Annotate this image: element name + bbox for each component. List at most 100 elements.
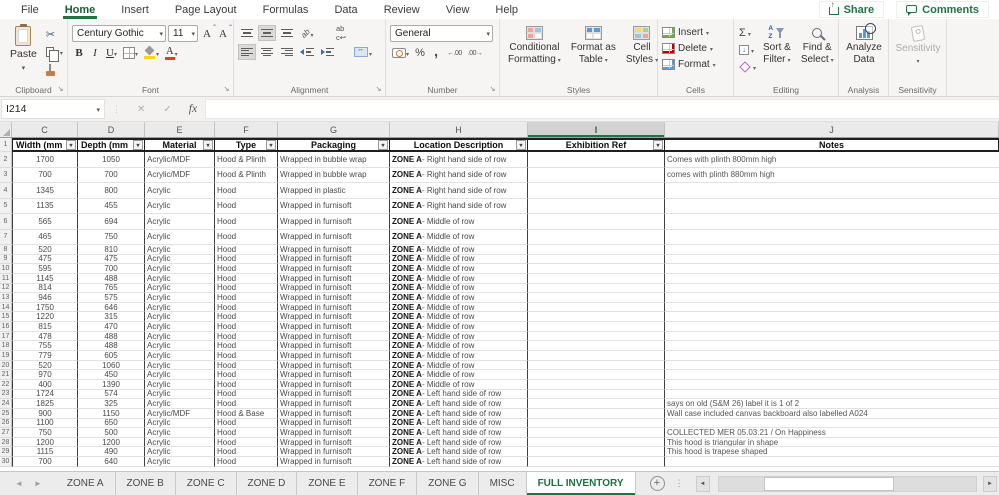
cell-C22[interactable]: 400: [12, 379, 78, 390]
table-header-cell-I[interactable]: Exhibition Ref: [528, 138, 665, 152]
cell-J13[interactable]: [665, 293, 999, 303]
cell-D15[interactable]: 315: [78, 312, 145, 323]
wrap-text-button[interactable]: ab c↩: [332, 24, 350, 42]
cell-J18[interactable]: [665, 341, 999, 352]
cell-F21[interactable]: Hood: [215, 370, 278, 380]
cell-C7[interactable]: 465: [12, 229, 78, 245]
row-number[interactable]: 11: [0, 273, 12, 284]
cell-F16[interactable]: Hood: [215, 322, 278, 332]
cell-F12[interactable]: Hood: [215, 283, 278, 294]
cell-H7[interactable]: ZONE A - Middle of row: [390, 229, 528, 245]
cell-H9[interactable]: ZONE A - Middle of row: [390, 254, 528, 265]
cell-H8[interactable]: ZONE A - Middle of row: [390, 245, 528, 255]
cell-D17[interactable]: 488: [78, 331, 145, 342]
cell-F28[interactable]: Hood: [215, 437, 278, 448]
cell-J12[interactable]: [665, 284, 999, 294]
filter-button-E[interactable]: [203, 140, 213, 150]
cell-E2[interactable]: Acrylic/MDF: [145, 152, 215, 168]
analyze-data-button[interactable]: Analyze Data: [842, 23, 886, 83]
scroll-left-button[interactable]: ◄: [695, 475, 710, 492]
cell-F6[interactable]: Hood: [215, 214, 278, 230]
cell-G15[interactable]: Wrapped in furnisoft: [278, 312, 390, 323]
cell-I29[interactable]: [528, 447, 665, 458]
cell-J28[interactable]: This hood is triangular in shape: [665, 438, 999, 448]
row-number[interactable]: 29: [0, 447, 12, 458]
cell-D27[interactable]: 500: [78, 428, 145, 438]
font-size-select[interactable]: 11: [168, 25, 198, 42]
number-format-select[interactable]: General: [390, 25, 493, 42]
comma-style-button[interactable]: [429, 45, 443, 61]
cell-J15[interactable]: [665, 312, 999, 323]
table-header-cell-H[interactable]: Location Description: [390, 138, 528, 152]
cell-G29[interactable]: Wrapped in furnisoft: [278, 447, 390, 458]
increase-decimal-button[interactable]: ←.00: [445, 45, 464, 61]
cell-H6[interactable]: ZONE A - Middle of row: [390, 214, 528, 230]
cell-G22[interactable]: Wrapped in furnisoft: [278, 379, 390, 390]
cell-C21[interactable]: 970: [12, 370, 78, 380]
orientation-button[interactable]: ab: [298, 25, 316, 41]
cell-D13[interactable]: 575: [78, 293, 145, 303]
cell-I19[interactable]: [528, 351, 665, 361]
ribbon-tab-page-layout[interactable]: Page Layout: [162, 0, 250, 19]
cell-H29[interactable]: ZONE A - Left hand side of row: [390, 447, 528, 458]
column-header-H[interactable]: H: [390, 122, 528, 137]
ribbon-tab-data[interactable]: Data: [321, 0, 370, 19]
column-header-E[interactable]: E: [145, 122, 215, 137]
cell-J14[interactable]: [665, 303, 999, 313]
cell-C5[interactable]: 1135: [12, 198, 78, 214]
cell-F24[interactable]: Hood: [215, 399, 278, 409]
clear-button[interactable]: [738, 60, 757, 74]
formula-input[interactable]: [205, 99, 999, 119]
cell-G28[interactable]: Wrapped in furnisoft: [278, 437, 390, 448]
cell-G18[interactable]: Wrapped in furnisoft: [278, 341, 390, 352]
cell-J26[interactable]: [665, 419, 999, 429]
cell-I12[interactable]: [528, 283, 665, 294]
cell-G14[interactable]: Wrapped in furnisoft: [278, 302, 390, 313]
cell-G3[interactable]: Wrapped in bubble wrap: [278, 167, 390, 183]
row-number[interactable]: 2: [0, 152, 12, 168]
column-header-G[interactable]: G: [278, 122, 390, 137]
cell-I17[interactable]: [528, 331, 665, 342]
cell-F26[interactable]: Hood: [215, 418, 278, 429]
cell-G9[interactable]: Wrapped in furnisoft: [278, 254, 390, 265]
cell-E14[interactable]: Acrylic: [145, 302, 215, 313]
cell-C23[interactable]: 1724: [12, 389, 78, 400]
cell-G13[interactable]: Wrapped in furnisoft: [278, 293, 390, 303]
cell-F18[interactable]: Hood: [215, 341, 278, 352]
cell-I3[interactable]: [528, 167, 665, 183]
cell-D4[interactable]: 800: [78, 183, 145, 199]
cell-I9[interactable]: [528, 254, 665, 265]
cell-C24[interactable]: 1825: [12, 399, 78, 409]
filter-button-I[interactable]: [653, 140, 663, 150]
cell-J29[interactable]: This hood is trapese shaped: [665, 447, 999, 458]
cell-I2[interactable]: [528, 152, 665, 168]
cell-G12[interactable]: Wrapped in furnisoft: [278, 283, 390, 294]
cell-G21[interactable]: Wrapped in furnisoft: [278, 370, 390, 380]
cell-J24[interactable]: says on old (S&M 26) label it is 1 of 2: [665, 399, 999, 409]
autosum-button[interactable]: [738, 26, 757, 40]
cell-E15[interactable]: Acrylic: [145, 312, 215, 323]
cell-H30[interactable]: ZONE A - Left hand side of row: [390, 457, 528, 467]
cell-C28[interactable]: 1200: [12, 437, 78, 448]
font-color-button[interactable]: [163, 45, 180, 61]
cell-F29[interactable]: Hood: [215, 447, 278, 458]
cell-E17[interactable]: Acrylic: [145, 331, 215, 342]
fill-color-button[interactable]: [142, 45, 161, 61]
cell-G7[interactable]: Wrapped in furnisoft: [278, 229, 390, 245]
cell-D8[interactable]: 810: [78, 245, 145, 255]
row-number[interactable]: 22: [0, 379, 12, 390]
cell-C30[interactable]: 700: [12, 457, 78, 467]
cell-C2[interactable]: 1700: [12, 152, 78, 168]
sensitivity-button[interactable]: Sensitivity: [892, 23, 945, 83]
row-number[interactable]: 27: [0, 428, 12, 438]
filter-button-G[interactable]: [378, 140, 388, 150]
table-header-cell-F[interactable]: Type: [215, 138, 278, 152]
row-number[interactable]: 8: [0, 245, 12, 255]
cell-F14[interactable]: Hood: [215, 302, 278, 313]
cell-J17[interactable]: [665, 332, 999, 342]
clipboard-dialog-launcher[interactable]: [56, 85, 65, 94]
cell-G16[interactable]: Wrapped in furnisoft: [278, 322, 390, 332]
ribbon-tab-file[interactable]: File: [8, 0, 52, 19]
row-number[interactable]: 14: [0, 302, 12, 313]
cell-I4[interactable]: [528, 183, 665, 199]
